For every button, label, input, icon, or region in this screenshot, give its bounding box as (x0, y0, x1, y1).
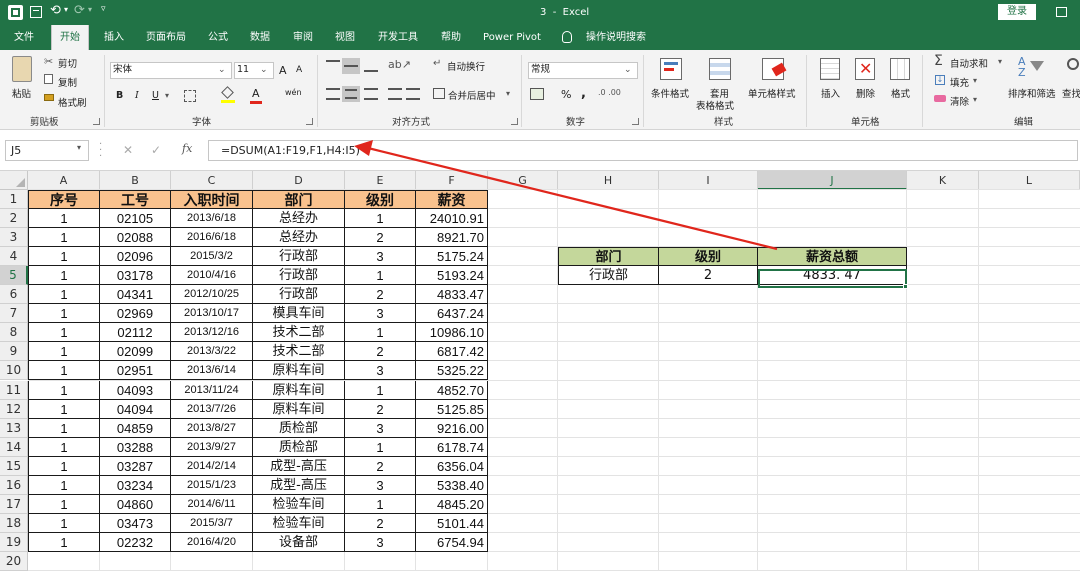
arrow-line (367, 146, 778, 251)
arrow-head (354, 140, 373, 156)
annotation-arrow (354, 140, 778, 251)
